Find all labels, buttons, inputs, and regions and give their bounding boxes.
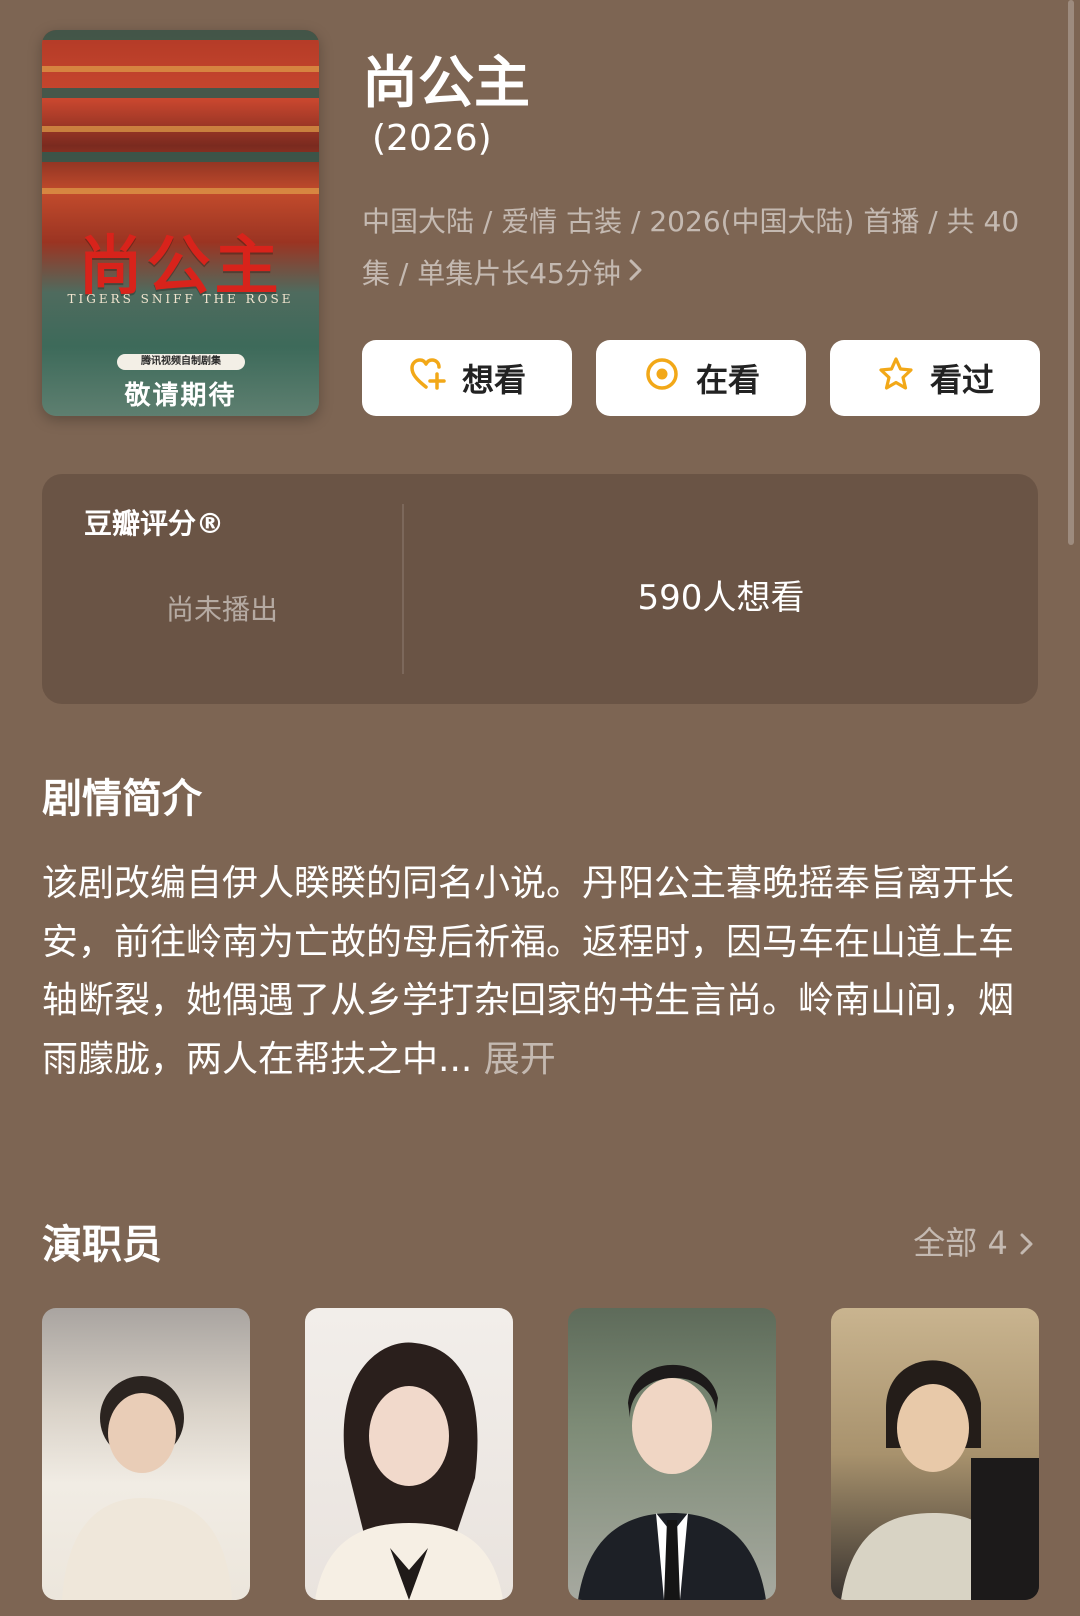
meta-info[interactable]: 中国大陆 / 爱情 古装 / 2026(中国大陆) 首播 / 共 40集 / 单… [362, 196, 1022, 300]
person-silhouette [62, 1376, 232, 1600]
star-icon [876, 354, 916, 402]
poster-image[interactable]: 尚公主 TIGERS SNIFF THE ROSE 腾讯视频自制剧集 敬请期待 [42, 30, 319, 416]
poster-decoration [42, 188, 319, 194]
meta-text: 中国大陆 / 爱情 古装 / 2026(中国大陆) 首播 / 共 40集 / 单… [362, 205, 1020, 290]
page-title: 尚公主 [362, 51, 530, 116]
watched-button[interactable]: 看过 [830, 340, 1040, 416]
watching-button[interactable]: 在看 [596, 340, 806, 416]
poster-decoration [42, 126, 319, 132]
chevron-right-icon [1018, 1224, 1036, 1262]
expand-link[interactable]: 展开 [484, 1039, 556, 1080]
person-silhouette [841, 1360, 1039, 1600]
rating-status: 尚未播出 [165, 593, 278, 626]
synopsis-text-block[interactable]: 该剧改编自伊人睽睽的同名小说。丹阳公主暮晚摇奉旨离开长安，前往岭南为亡故的母后祈… [42, 855, 1042, 1089]
cast-photo-4[interactable] [831, 1308, 1039, 1600]
want-to-watch-label: 想看 [461, 361, 526, 399]
watching-label: 在看 [695, 361, 760, 399]
poster-decoration [42, 152, 319, 162]
cast-photo-2[interactable] [305, 1308, 513, 1600]
poster-decoration [42, 30, 319, 40]
chevron-right-icon [627, 248, 645, 300]
poster-subtitle: TIGERS SNIFF THE ROSE [67, 292, 294, 306]
synopsis-heading: 剧情简介 [42, 776, 202, 822]
cast-heading: 演职员 [42, 1222, 162, 1268]
scrollbar[interactable] [1068, 0, 1074, 545]
cast-photo-3[interactable] [568, 1308, 776, 1600]
heart-plus-icon [408, 354, 448, 402]
poster-coming-soon: 敬请期待 [124, 381, 237, 411]
poster-decoration [42, 66, 319, 72]
rating-label: 豆瓣评分® [84, 507, 225, 540]
target-icon [642, 354, 682, 402]
poster-badge: 腾讯视频自制剧集 [117, 354, 245, 370]
rating-card[interactable]: 豆瓣评分® 尚未播出 590人想看 [42, 474, 1038, 704]
watched-label: 看过 [929, 361, 994, 399]
cast-all-link[interactable]: 全部 4 [913, 1218, 1036, 1264]
cast-all-label: 全部 4 [913, 1224, 1008, 1262]
person-silhouette [578, 1364, 766, 1600]
person-silhouette [315, 1342, 503, 1600]
want-count: 590人想看 [637, 578, 805, 618]
poster-decoration [42, 88, 319, 98]
cast-photo-1[interactable] [42, 1308, 250, 1600]
want-to-watch-button[interactable]: 想看 [362, 340, 572, 416]
release-year: (2026) [372, 118, 492, 159]
